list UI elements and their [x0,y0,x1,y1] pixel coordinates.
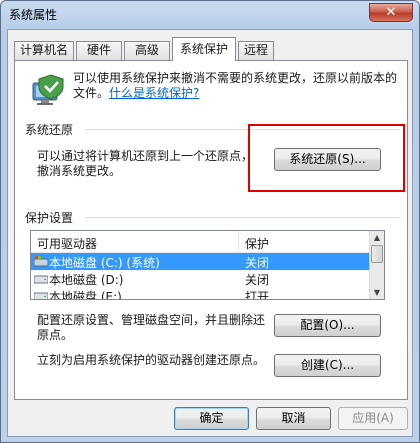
configure-description: 配置还原设置、管理磁盘空间，并且删除还 原点。 [37,313,287,343]
drive-name: 本地磁盘 (D:) [49,273,124,287]
scrollbar-thumb[interactable] [371,245,383,263]
create-button[interactable]: 创建(C)... [274,354,381,377]
dialog-body: 计算机名 硬件 高级 系统保护 远程 可以使用系统保护来撤消不需要的系统更改，还… [7,29,413,437]
restore-description-line1: 可以通过将计算机还原到上一个还原点， [37,149,254,163]
computer-shield-icon [32,74,64,105]
configure-button[interactable]: 配置(O)... [274,314,381,337]
tab-remote[interactable]: 远程 [238,41,274,60]
drive-protection-status: 关闭 [245,273,270,287]
title-bar[interactable]: 系统属性 ✕ [1,1,419,29]
drive-name: 本地磁盘 (E:) [49,290,122,300]
apply-button[interactable]: 应用(A) [338,407,408,430]
restore-description: 可以通过将计算机还原到上一个还原点， 撤消系统更改。 [37,149,267,179]
protection-settings-section-label: 保护设置 [25,211,74,225]
drive-icon [34,292,48,299]
scroll-up-icon[interactable]: ▲ [370,231,384,244]
ok-button[interactable]: 确定 [174,407,249,430]
tab-hardware[interactable]: 硬件 [76,41,122,60]
scroll-down-icon[interactable]: ▼ [370,286,384,299]
drive-row[interactable]: 本地磁盘 (E:) 打开 [31,287,371,300]
column-header-protection[interactable]: 保护 [245,235,269,252]
window-title: 系统属性 [9,8,58,22]
restore-description-line2: 撤消系统更改。 [37,164,122,178]
create-description: 立刻为启用系统保护的驱动器创建还原点。 [37,353,266,367]
system-restore-section-label: 系统还原 [25,123,74,137]
drive-protection-status: 打开 [245,290,270,300]
tab-system-protection[interactable]: 系统保护 [172,37,236,61]
list-scrollbar[interactable]: ▲ ▼ [369,231,384,299]
annotation-highlight-box [248,124,405,192]
tab-computer-name[interactable]: 计算机名 [14,41,74,60]
column-separator [238,231,239,253]
drive-icon [34,275,48,284]
system-drive-icon [34,256,48,267]
configure-description-line2: 原点。 [37,328,74,342]
tab-advanced[interactable]: 高级 [124,41,170,60]
intro-description: 可以使用系统保护来撤消不需要的系统更改，还原以前版本的文件。什么是系统保护? [73,71,398,101]
system-properties-window: 系统属性 ✕ 计算机名 硬件 高级 系统保护 远程 可以使用系统保护来撤消不需要… [0,0,420,443]
close-button[interactable]: ✕ [369,3,413,22]
drive-row[interactable]: 本地磁盘 (C:) (系统) 关闭 [31,253,371,270]
configure-description-line1: 配置还原设置、管理磁盘空间，并且删除还 [37,313,266,327]
section-divider [85,217,399,218]
drive-list[interactable]: 可用驱动器 保护 本地磁盘 (C:) (系统) 关闭 本地磁盘 (D:) 关闭 … [30,230,385,300]
drive-row[interactable]: 本地磁盘 (D:) 关闭 [31,270,371,287]
column-header-drives[interactable]: 可用驱动器 [37,235,97,252]
what-is-system-protection-link[interactable]: 什么是系统保护? [109,86,199,100]
cancel-button[interactable]: 取消 [256,407,331,430]
list-header: 可用驱动器 保护 [31,231,371,253]
drive-name: 本地磁盘 (C:) (系统) [49,256,160,270]
drive-protection-status: 关闭 [245,256,270,270]
